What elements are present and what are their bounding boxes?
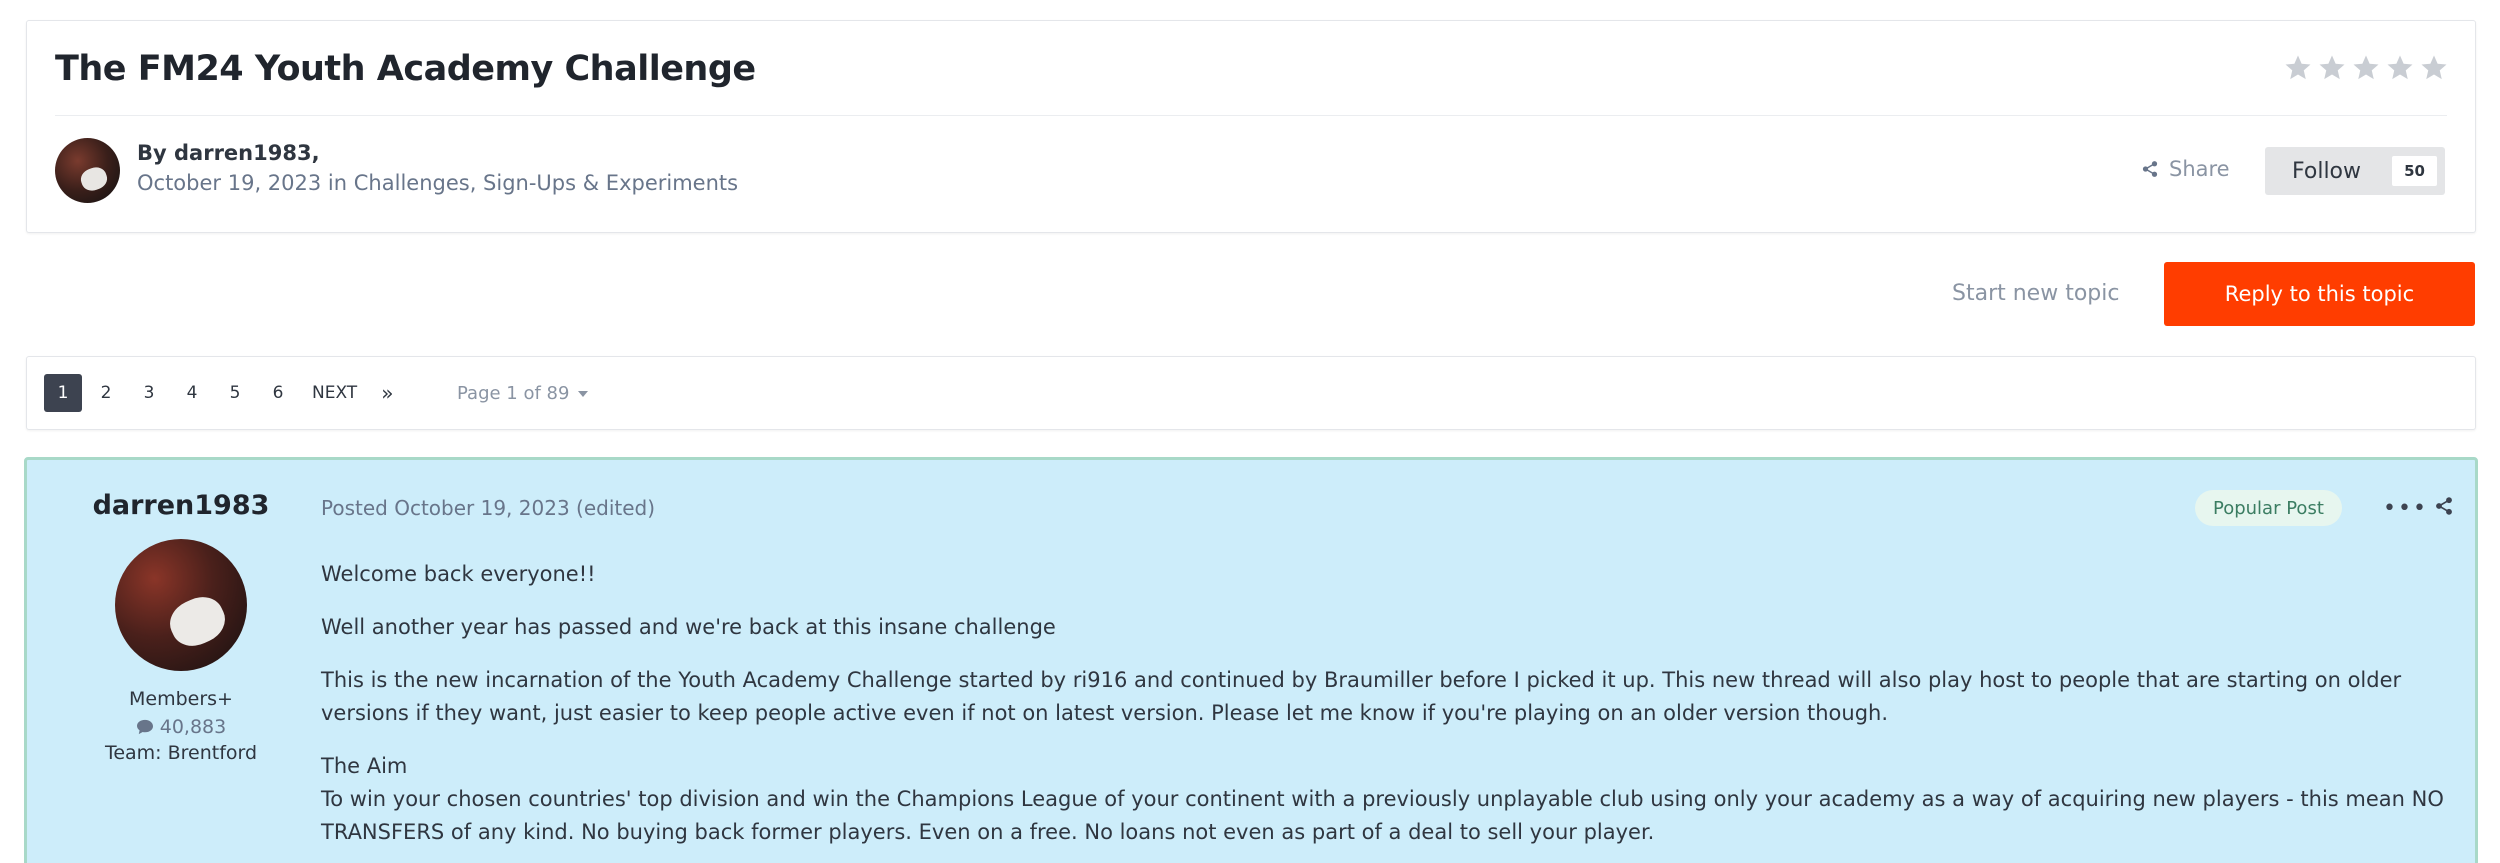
- share-button[interactable]: Share: [2141, 157, 2230, 181]
- post-paragraph: This is the new incarnation of the Youth…: [321, 668, 2402, 725]
- page-4[interactable]: 4: [173, 374, 211, 412]
- page-info: Page 1 of 89: [457, 383, 570, 404]
- topic-byline[interactable]: By darren1983,: [137, 141, 320, 165]
- header-divider: [55, 115, 2447, 116]
- pagination-bar: 1 2 3 4 5 6 NEXT » Page 1 of 89: [26, 356, 2476, 430]
- star-icon[interactable]: [2385, 53, 2415, 83]
- post-paragraph: Welcome back everyone!!: [321, 562, 596, 586]
- follow-label: Follow: [2292, 158, 2362, 184]
- star-icon[interactable]: [2419, 53, 2449, 83]
- popular-post-badge: Popular Post: [2195, 490, 2342, 526]
- post-share-button[interactable]: [2434, 496, 2454, 520]
- post-avatar[interactable]: [115, 539, 247, 671]
- post-body: Welcome back everyone!! Well another yea…: [321, 558, 2451, 863]
- topic-date-line: October 19, 2023 in Challenges, Sign-Ups…: [137, 171, 738, 195]
- aim-heading: The Aim: [321, 754, 408, 778]
- page-6[interactable]: 6: [259, 374, 297, 412]
- in-word: in: [327, 171, 348, 195]
- post-author-panel: darren1983 Members+ 40,883 Team: Brentfo…: [31, 490, 331, 764]
- star-rating[interactable]: [2283, 53, 2449, 83]
- member-team: Team: Brentford: [104, 742, 258, 764]
- page-jump-dropdown[interactable]: Page 1 of 89: [457, 383, 589, 404]
- start-new-topic-button[interactable]: Start new topic: [1952, 281, 2119, 306]
- page-2[interactable]: 2: [87, 374, 125, 412]
- post-author-name[interactable]: darren1983: [31, 490, 331, 521]
- page-5[interactable]: 5: [216, 374, 254, 412]
- follow-button[interactable]: Follow 50: [2265, 147, 2445, 195]
- reply-to-topic-button[interactable]: Reply to this topic: [2164, 262, 2475, 326]
- comment-icon: [136, 719, 153, 735]
- star-icon[interactable]: [2351, 53, 2381, 83]
- share-icon: [2142, 161, 2158, 177]
- topic-date: October 19, 2023: [137, 171, 322, 195]
- author-avatar[interactable]: [55, 138, 120, 203]
- share-label: Share: [2169, 157, 2230, 181]
- post-menu-button[interactable]: •••: [2383, 496, 2428, 521]
- caret-down-icon: [578, 390, 589, 397]
- post-date[interactable]: Posted October 19, 2023 (edited): [321, 496, 655, 520]
- page-3[interactable]: 3: [130, 374, 168, 412]
- share-icon: [2436, 497, 2452, 515]
- forum-link[interactable]: Challenges, Sign-Ups & Experiments: [354, 171, 738, 195]
- star-icon[interactable]: [2283, 53, 2313, 83]
- next-page-button[interactable]: NEXT: [312, 383, 357, 403]
- star-icon[interactable]: [2317, 53, 2347, 83]
- post-count-value: 40,883: [159, 716, 227, 738]
- member-group: Members+: [129, 688, 233, 710]
- post: darren1983 Members+ 40,883 Team: Brentfo…: [24, 457, 2478, 863]
- last-page-button[interactable]: »: [381, 381, 393, 405]
- aim-text: To win your chosen countries' top divisi…: [321, 787, 2444, 844]
- follow-count: 50: [2392, 156, 2437, 186]
- topic-header: The FM24 Youth Academy Challenge By darr…: [26, 20, 2476, 233]
- pagination: 1 2 3 4 5 6 NEXT »: [44, 374, 393, 412]
- page-1[interactable]: 1: [44, 374, 82, 412]
- post-count: 40,883: [31, 716, 331, 738]
- topic-title: The FM24 Youth Academy Challenge: [55, 49, 756, 89]
- post-paragraph: Well another year has passed and we're b…: [321, 615, 1056, 639]
